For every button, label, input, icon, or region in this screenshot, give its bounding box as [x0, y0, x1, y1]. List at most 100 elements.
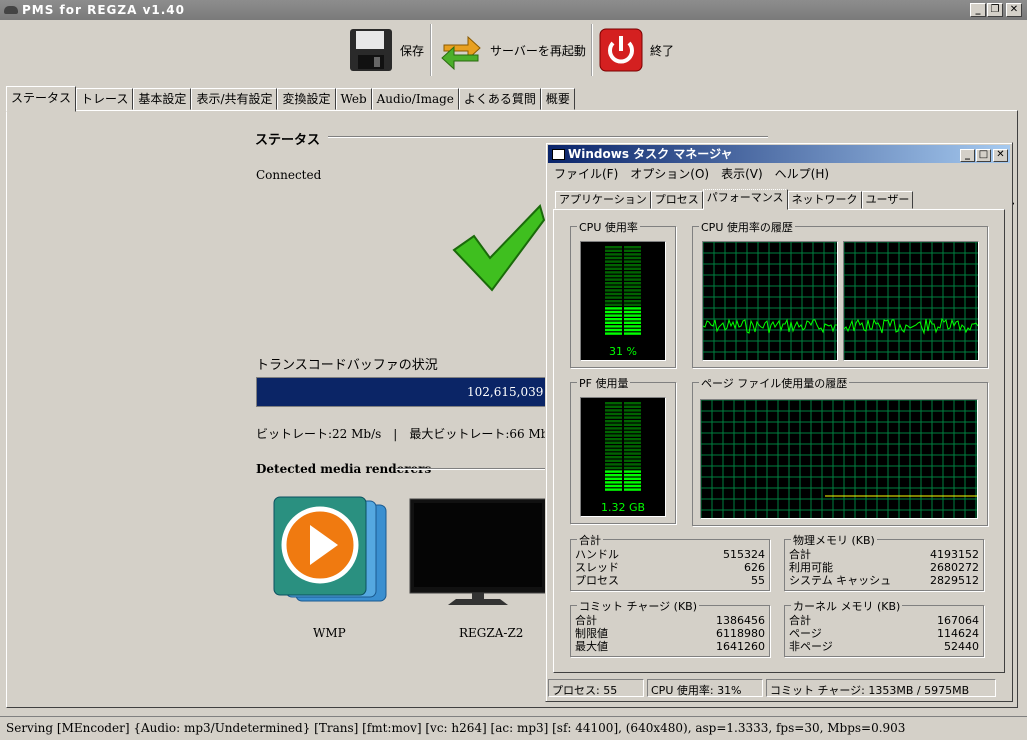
physical-label: 利用可能: [789, 561, 833, 574]
physical-value: 2680272: [930, 561, 979, 574]
pf-usage-value: 1.32 GB: [600, 501, 646, 514]
meter-segment: [605, 321, 622, 324]
tm-maximize-button[interactable]: □: [976, 149, 991, 162]
meter-segment: [605, 256, 622, 260]
physical-memory-title: 物理メモリ (KB): [791, 532, 877, 548]
meter-segment: [605, 253, 622, 256]
meter-segment: [624, 456, 641, 459]
meter-segment: [605, 427, 622, 430]
commit-value: 1641260: [716, 640, 765, 653]
toolbar-separator: [591, 24, 593, 76]
tab-transcode-settings[interactable]: 変換設定: [277, 88, 336, 110]
meter-segment: [605, 409, 622, 412]
tm-tab-network[interactable]: ネットワーク: [787, 191, 862, 209]
meter-segment: [624, 249, 641, 252]
minimize-button[interactable]: _: [970, 3, 986, 17]
main-tabs: ステータス トレース 基本設定 表示/共有設定 変換設定 Web Audio/I…: [6, 86, 575, 112]
tm-minimize-button[interactable]: _: [960, 149, 975, 162]
meter-segment: [624, 412, 641, 416]
physical-row-total: 合計 4193152: [789, 548, 979, 561]
totals-row-handles: ハンドル 515324: [575, 548, 765, 561]
commit-row-total: 合計 1386456: [575, 614, 765, 627]
commit-row-limit: 制限値 6118980: [575, 627, 765, 640]
cpu-usage-title: CPU 使用率: [577, 219, 640, 235]
tab-basic-settings[interactable]: 基本設定: [133, 88, 192, 110]
meter-segment: [624, 488, 641, 491]
pf-usage-bars: [605, 402, 641, 491]
meter-segment: [605, 402, 622, 405]
totals-label: プロセス: [575, 574, 619, 587]
tm-tabs: アプリケーション プロセス パフォーマンス ネットワーク ユーザー: [555, 189, 914, 210]
floppy-disk-icon: [350, 29, 392, 71]
kernel-label: 合計: [789, 614, 811, 627]
tab-display-share-settings[interactable]: 表示/共有設定: [191, 88, 278, 110]
meter-segment: [624, 328, 641, 332]
meter-segment: [605, 438, 622, 441]
meter-segment: [624, 420, 641, 423]
tm-status-cpu: CPU 使用率: 31%: [647, 679, 763, 697]
kernel-value: 114624: [937, 627, 979, 640]
meter-segment: [605, 456, 622, 459]
kernel-memory-group: カーネル メモリ (KB) 合計 167064 ページ 114624 非ページ 524…: [784, 598, 984, 657]
meter-segment: [605, 481, 622, 484]
toolbar-separator: [430, 24, 432, 76]
totals-value: 626: [744, 561, 765, 574]
task-manager-titlebar: Windows タスク マネージャ _ □ ✕: [548, 145, 1010, 163]
tab-trace[interactable]: トレース: [76, 88, 134, 110]
tm-status-bar: プロセス: 55 CPU 使用率: 31% コミット チャージ: 1353MB …: [548, 679, 1010, 699]
tm-tab-users[interactable]: ユーザー: [861, 191, 914, 209]
tm-tab-performance[interactable]: パフォーマンス: [702, 189, 788, 210]
physical-memory-group: 物理メモリ (KB) 合計 4193152 利用可能 2680272 システム キャ…: [784, 532, 984, 591]
tm-menu-view[interactable]: 表示(V): [721, 165, 763, 182]
meter-segment: [624, 405, 641, 408]
renderer-label-regza: REGZA-Z2: [459, 626, 524, 640]
regza-tv-icon[interactable]: [408, 497, 548, 609]
renderers-divider: [396, 468, 546, 470]
meter-segment: [624, 253, 641, 256]
tm-status-processes: プロセス: 55: [548, 679, 644, 697]
meter-segment: [605, 246, 622, 249]
totals-label: スレッド: [575, 561, 619, 574]
quit-button[interactable]: 終了: [598, 24, 674, 76]
meter-segment: [605, 328, 622, 332]
save-button[interactable]: 保存: [348, 24, 424, 76]
cpu-history-line: [703, 318, 837, 334]
tab-faq[interactable]: よくある質問: [458, 88, 541, 110]
restart-server-button[interactable]: サーバーを再起動: [438, 24, 586, 76]
restart-server-label: サーバーを再起動: [490, 43, 586, 58]
meter-segment: [605, 441, 622, 444]
app-titlebar: PMS for REGZA v1.40 _ ❐ ✕: [0, 0, 1027, 20]
meter-segment: [624, 470, 641, 473]
commit-value: 1386456: [716, 614, 765, 627]
tab-audio-image[interactable]: Audio/Image: [371, 88, 459, 110]
meter-segment: [624, 332, 641, 335]
meter-segment: [624, 481, 641, 484]
tm-tab-applications[interactable]: アプリケーション: [555, 191, 651, 209]
pf-usage-group: PF 使用量 1.32 GB: [570, 375, 676, 524]
tm-menu-help[interactable]: ヘルプ(H): [775, 165, 829, 182]
totals-row-processes: プロセス 55: [575, 574, 765, 587]
tm-menu-file[interactable]: ファイル(F): [554, 165, 618, 182]
meter-segment: [605, 488, 622, 491]
tab-web[interactable]: Web: [335, 88, 372, 110]
tm-close-button[interactable]: ✕: [993, 149, 1008, 162]
kernel-row-total: 合計 167064: [789, 614, 979, 627]
task-manager-icon: [552, 149, 565, 160]
wmp-renderer-icon[interactable]: [268, 495, 388, 607]
maximize-button[interactable]: ❐: [987, 3, 1003, 17]
meter-segment: [605, 274, 622, 278]
meter-segment: [605, 282, 622, 285]
tab-about[interactable]: 概要: [540, 88, 575, 110]
tab-status[interactable]: ステータス: [6, 86, 77, 112]
tm-tab-processes[interactable]: プロセス: [650, 191, 703, 209]
close-button[interactable]: ✕: [1006, 3, 1022, 17]
meter-segment: [624, 321, 641, 324]
cpu-usage-value: 31 %: [609, 345, 637, 358]
heading-divider: [328, 136, 768, 138]
tm-menu-options[interactable]: オプション(O): [630, 165, 709, 182]
save-label: 保存: [400, 43, 425, 58]
meter-segment: [624, 423, 641, 426]
meter-segment: [624, 256, 641, 260]
meter-segment: [624, 434, 641, 437]
commit-charge-group: コミット チャージ (KB) 合計 1386456 制限値 6118980 最大値 1…: [570, 598, 770, 657]
